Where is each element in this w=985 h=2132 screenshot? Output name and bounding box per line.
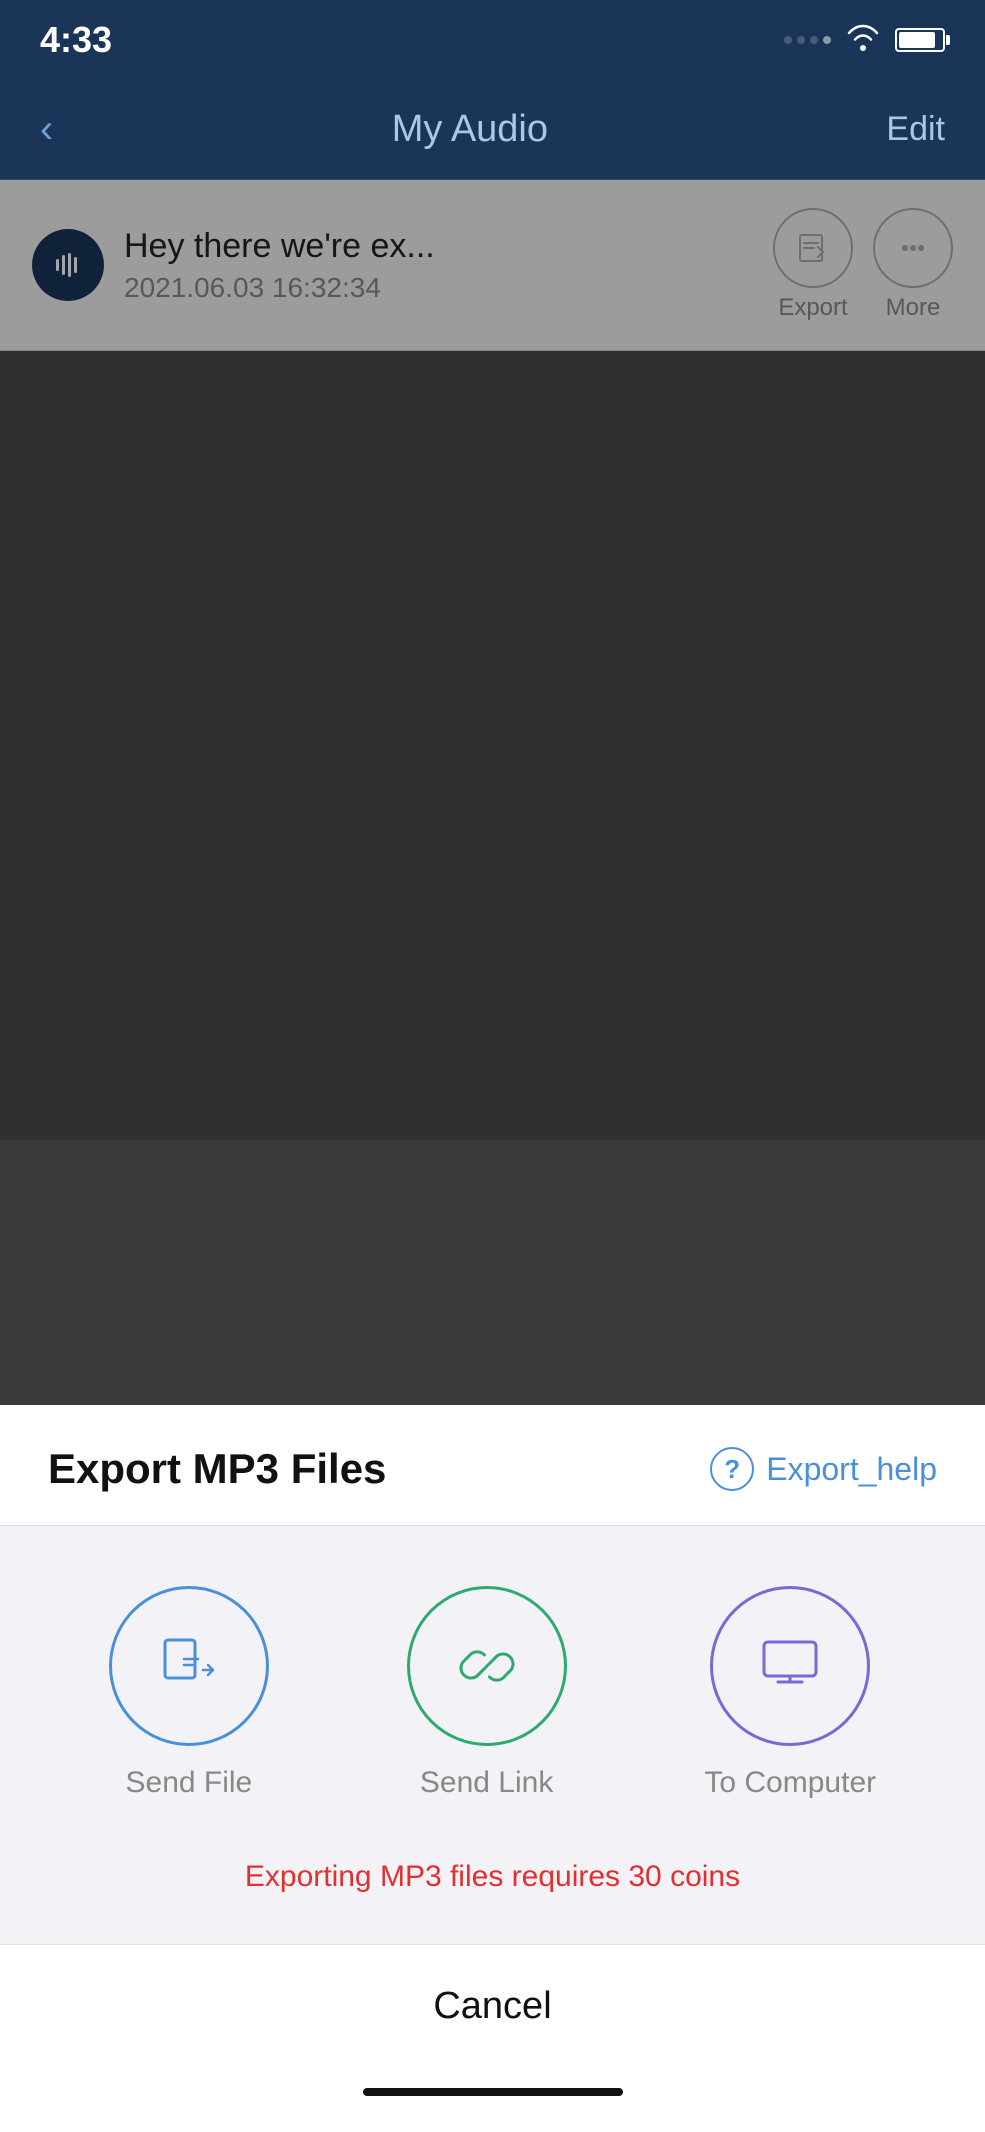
send-link-icon-circle	[407, 1586, 567, 1746]
help-label: Export_help	[766, 1451, 937, 1488]
help-icon: ?	[710, 1447, 754, 1491]
signal-icon	[784, 36, 831, 44]
export-help-button[interactable]: ? Export_help	[710, 1447, 937, 1491]
send-file-icon-circle	[109, 1586, 269, 1746]
coins-warning-text: Exporting MP3 files requires 30 coins	[245, 1860, 740, 1893]
dark-overlay	[0, 180, 985, 1140]
back-button[interactable]: ‹	[40, 107, 53, 152]
export-header: Export MP3 Files ? Export_help	[0, 1405, 985, 1526]
home-indicator-area	[0, 2068, 985, 2132]
edit-button[interactable]: Edit	[886, 110, 945, 149]
nav-bar: ‹ My Audio Edit	[0, 80, 985, 180]
main-content: Hey there we're ex... 2021.06.03 16:32:3…	[0, 180, 985, 1140]
battery-icon	[895, 28, 945, 52]
to-computer-option[interactable]: To Computer	[704, 1586, 876, 1800]
status-time: 4:33	[40, 19, 112, 61]
export-sheet-title: Export MP3 Files	[48, 1445, 386, 1493]
send-link-option[interactable]: Send Link	[407, 1586, 567, 1800]
send-file-label: Send File	[126, 1766, 253, 1800]
status-bar: 4:33	[0, 0, 985, 80]
wifi-icon	[845, 23, 881, 58]
status-icons	[784, 23, 945, 58]
to-computer-icon-circle	[710, 1586, 870, 1746]
cancel-section: Cancel	[0, 1944, 985, 2068]
send-file-option[interactable]: Send File	[109, 1586, 269, 1800]
export-options: Send File Send Link To Computer	[0, 1526, 985, 1850]
coins-warning: Exporting MP3 files requires 30 coins	[0, 1850, 985, 1944]
bottom-sheet: Export MP3 Files ? Export_help Send File	[0, 1405, 985, 2132]
to-computer-label: To Computer	[704, 1766, 876, 1800]
send-link-label: Send Link	[420, 1766, 553, 1800]
cancel-button[interactable]: Cancel	[433, 1985, 551, 2027]
page-title: My Audio	[392, 108, 548, 151]
home-bar	[363, 2088, 623, 2096]
